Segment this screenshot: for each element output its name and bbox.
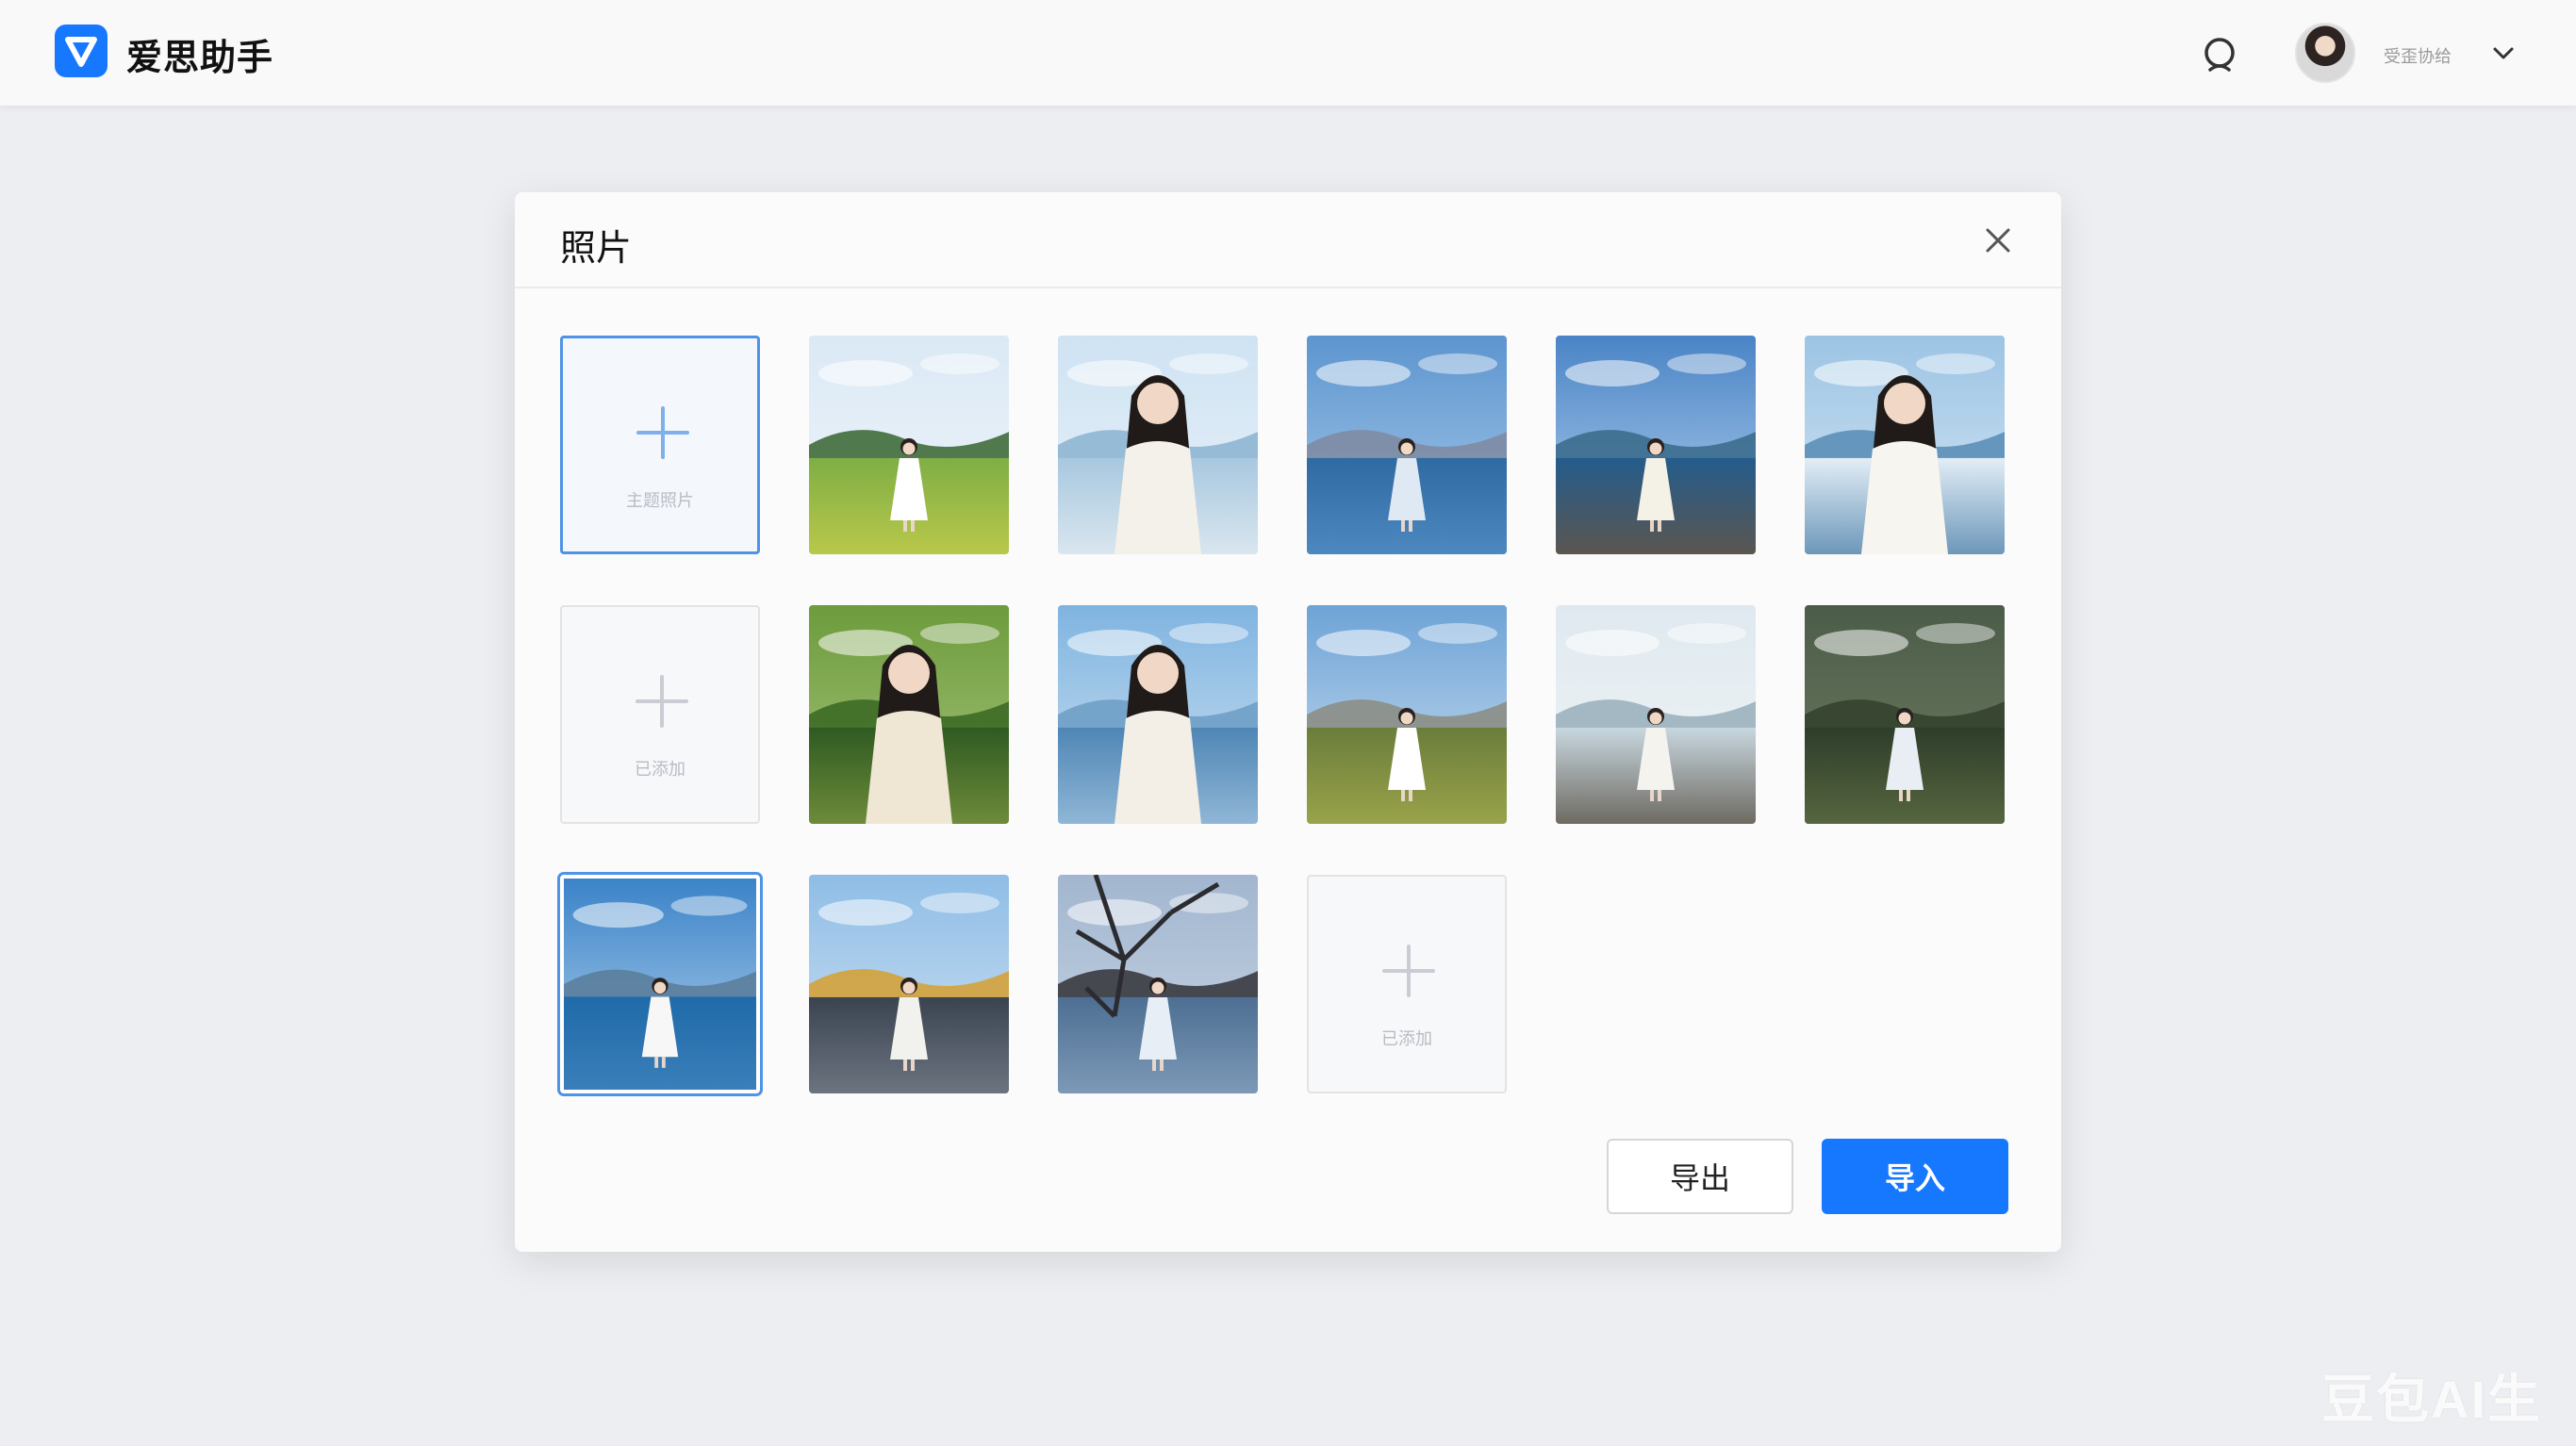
photo-thumbnail[interactable] bbox=[1556, 605, 1756, 824]
add-photo-tile[interactable]: 已添加 bbox=[560, 605, 760, 824]
user-name[interactable]: 受歪协给 bbox=[2384, 43, 2452, 68]
photo-thumbnail[interactable] bbox=[557, 872, 763, 1096]
v-logo-icon[interactable] bbox=[55, 25, 107, 77]
plus-icon bbox=[1380, 943, 1437, 999]
app-name: 爱思助手 bbox=[126, 39, 274, 78]
export-button[interactable]: 导出 bbox=[1607, 1139, 1793, 1214]
photo-thumbnail[interactable] bbox=[809, 875, 1009, 1093]
chevron-down-icon[interactable] bbox=[2489, 40, 2518, 68]
add-photo-tile[interactable]: 主题照片 bbox=[560, 336, 760, 554]
photo-thumbnail[interactable] bbox=[1307, 605, 1507, 824]
dialog-header: 照片 bbox=[515, 192, 2061, 288]
photo-thumbnail[interactable] bbox=[1556, 336, 1756, 554]
photo-thumbnail[interactable] bbox=[1805, 605, 2005, 824]
close-icon[interactable] bbox=[1982, 224, 2014, 256]
tile-hint: 已添加 bbox=[635, 760, 685, 779]
plus-icon bbox=[635, 404, 691, 461]
photo-thumbnail[interactable] bbox=[809, 336, 1009, 554]
plus-icon bbox=[634, 673, 690, 730]
photo-thumbnail[interactable] bbox=[1307, 336, 1507, 554]
watermark: 豆包AI生成 bbox=[2321, 1370, 2542, 1429]
import-button[interactable]: 导入 bbox=[1822, 1139, 2008, 1214]
photo-thumbnail[interactable] bbox=[1805, 336, 2005, 554]
avatar[interactable] bbox=[2295, 23, 2355, 83]
add-photo-tile[interactable]: 已添加 bbox=[1307, 875, 1507, 1093]
search-icon[interactable] bbox=[2197, 32, 2244, 79]
photo-thumbnail[interactable] bbox=[1058, 875, 1258, 1093]
photo-thumbnail[interactable] bbox=[809, 605, 1009, 824]
photo-thumbnail[interactable] bbox=[1058, 605, 1258, 824]
photos-dialog: 照片 导出 导入 主题照片 已添加 已添加 bbox=[515, 192, 2061, 1252]
top-bar: 爱思助手 受歪协给 bbox=[0, 0, 2576, 106]
tile-hint: 已添加 bbox=[1381, 1029, 1432, 1048]
photo-thumbnail[interactable] bbox=[1058, 336, 1258, 554]
dialog-title: 照片 bbox=[560, 229, 633, 269]
tile-hint: 主题照片 bbox=[626, 491, 694, 510]
